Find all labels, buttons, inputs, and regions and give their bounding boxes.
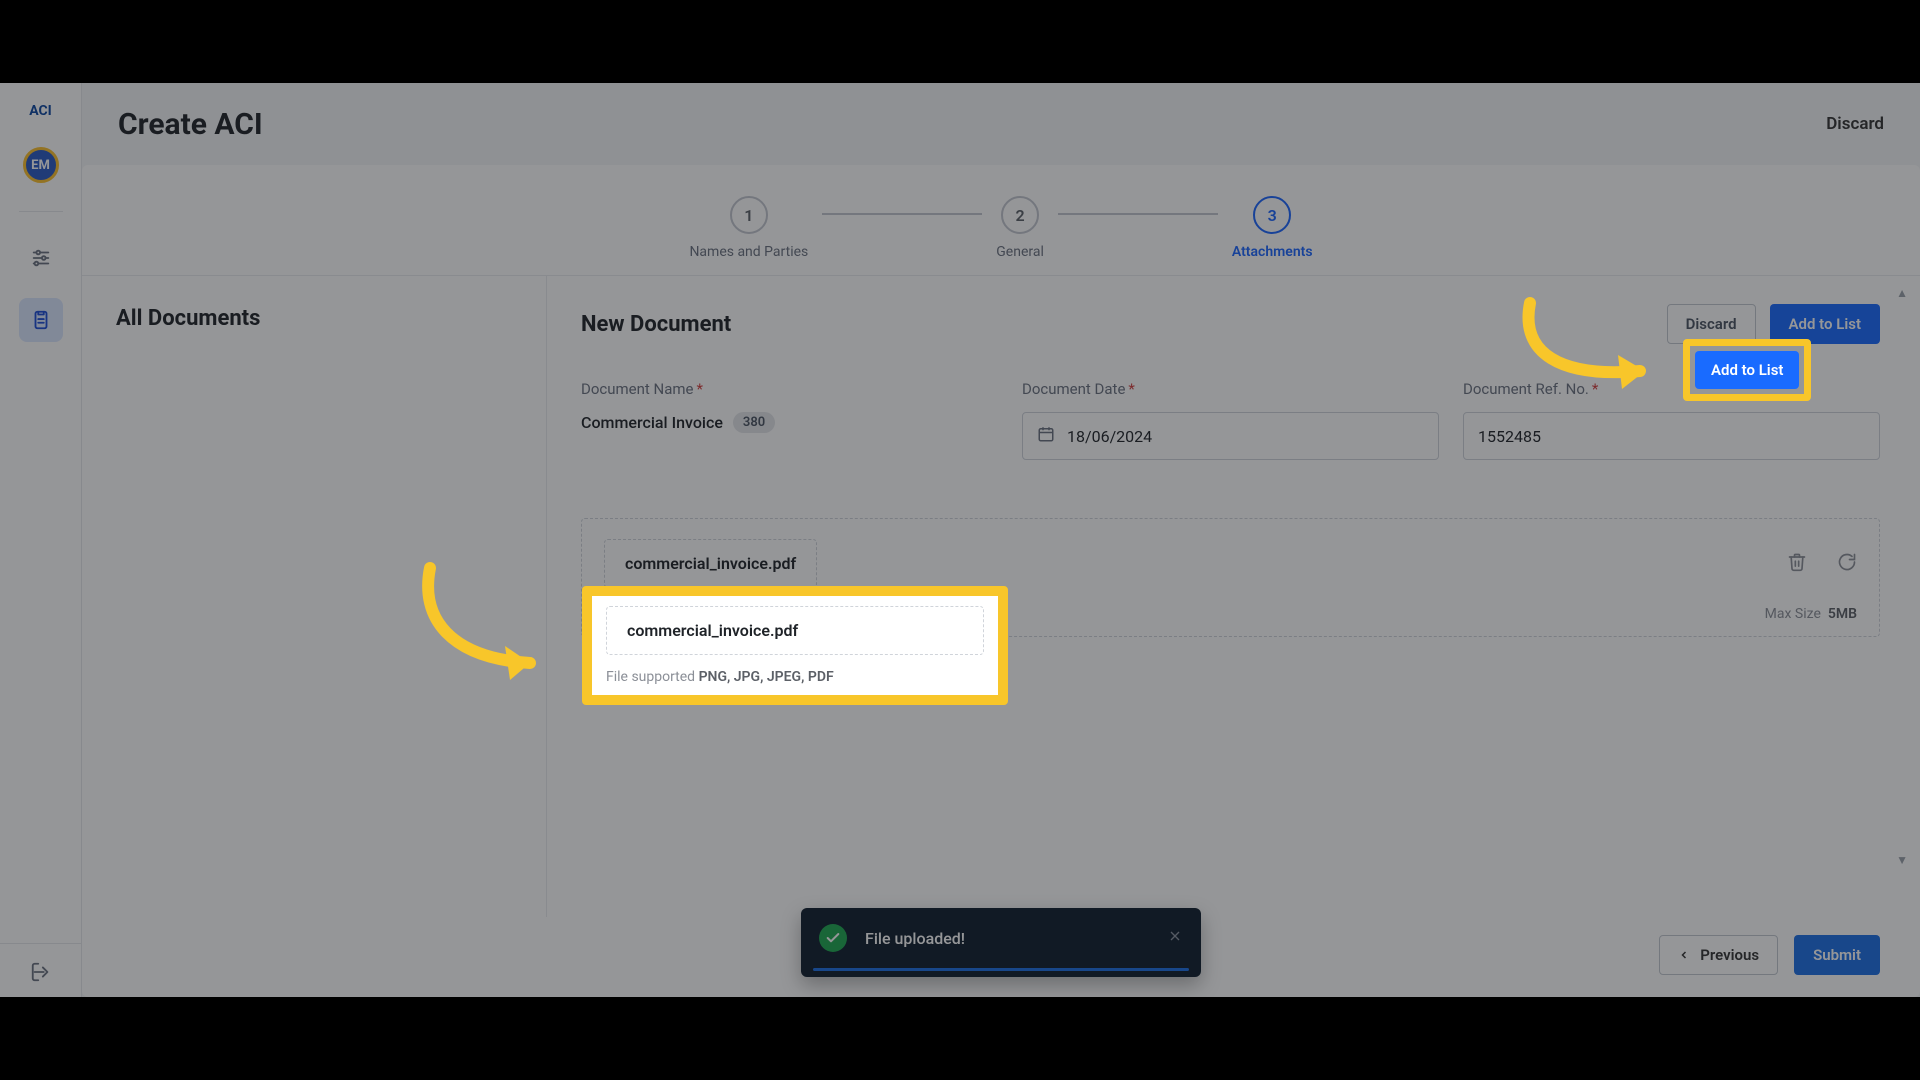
all-documents-title: All Documents: [116, 306, 512, 331]
step-1-label: Names and Parties: [689, 244, 808, 260]
document-ref-label: Document Ref. No.*: [1463, 380, 1880, 398]
sidebar-brand[interactable]: ACI: [29, 103, 52, 119]
submit-button[interactable]: Submit: [1794, 935, 1880, 975]
uploaded-file-chip[interactable]: commercial_invoice.pdf: [604, 539, 817, 588]
document-ref-input[interactable]: 1552485: [1463, 412, 1880, 460]
collapse-down-icon[interactable]: ▼: [1896, 853, 1908, 867]
document-name-value: Commercial Invoice: [581, 413, 723, 432]
tutorial-highlight-add: Add to List: [1683, 339, 1811, 401]
stepper: 1 Names and Parties 2 General 3 Attachme…: [82, 165, 1920, 275]
step-2-number: 2: [1001, 196, 1039, 234]
success-icon: [819, 924, 847, 952]
page-title: Create ACI: [118, 107, 263, 142]
document-date-value: 18/06/2024: [1067, 427, 1152, 446]
document-name-field: Document Name* Commercial Invoice 380: [581, 380, 998, 460]
letterbox-top: [0, 0, 1920, 83]
toast-text: File uploaded!: [865, 929, 1149, 948]
discard-link[interactable]: Discard: [1826, 114, 1884, 134]
main-column: Create ACI Discard 1 Names and Parties 2…: [82, 83, 1920, 997]
step-2-label: General: [996, 244, 1044, 260]
add-to-list-button[interactable]: Add to List: [1770, 304, 1880, 344]
logout-button[interactable]: [0, 943, 81, 987]
add-to-list-button-highlight: Add to List: [1695, 351, 1799, 389]
step-line-1: [822, 213, 982, 215]
discard-button[interactable]: Discard: [1667, 304, 1756, 344]
step-line-2: [1058, 213, 1218, 215]
right-head: New Document Discard Add to List: [581, 304, 1880, 344]
letterbox-bottom: [0, 997, 1920, 1080]
step-3-label: Attachments: [1232, 244, 1313, 260]
documents-icon[interactable]: [19, 298, 63, 342]
toast-progress: [813, 968, 1189, 971]
document-date-field: Document Date* 18/06/2024: [1022, 380, 1439, 460]
tutorial-highlight-upload: commercial_invoice.pdf File supported PN…: [582, 586, 1008, 705]
document-ref-field: Document Ref. No.* 1552485: [1463, 380, 1880, 460]
trash-icon[interactable]: [1787, 552, 1807, 576]
calendar-icon: [1037, 425, 1055, 447]
new-document-title: New Document: [581, 312, 731, 337]
close-icon[interactable]: [1167, 928, 1183, 948]
uploaded-file-chip-highlight: commercial_invoice.pdf: [606, 606, 984, 655]
document-date-label: Document Date*: [1022, 380, 1439, 398]
avatar[interactable]: EM: [23, 147, 59, 183]
content-card: 1 Names and Parties 2 General 3 Attachme…: [82, 165, 1920, 997]
page-header: Create ACI Discard: [82, 83, 1920, 165]
document-name-badge: 380: [733, 412, 775, 433]
refresh-icon[interactable]: [1837, 552, 1857, 576]
settings-icon[interactable]: [19, 236, 63, 280]
max-size-text: Max Size 5MB: [1765, 606, 1857, 622]
step-1[interactable]: 1 Names and Parties: [689, 196, 808, 260]
step-1-number: 1: [730, 196, 768, 234]
step-3-number: 3: [1253, 196, 1291, 234]
document-ref-value: 1552485: [1478, 427, 1541, 446]
toast: File uploaded!: [801, 908, 1201, 977]
app-root: ACI EM Create ACI Discard 1 Names and Pa…: [0, 83, 1920, 997]
step-2[interactable]: 2 General: [996, 196, 1044, 260]
document-date-input[interactable]: 18/06/2024: [1022, 412, 1439, 460]
chevron-left-icon: [1678, 949, 1690, 961]
document-name-label: Document Name*: [581, 380, 998, 398]
step-3[interactable]: 3 Attachments: [1232, 196, 1313, 260]
sidebar-divider: [19, 211, 63, 212]
left-pane: All Documents: [82, 276, 547, 917]
previous-button[interactable]: Previous: [1659, 935, 1778, 975]
sidebar: ACI EM: [0, 83, 82, 997]
